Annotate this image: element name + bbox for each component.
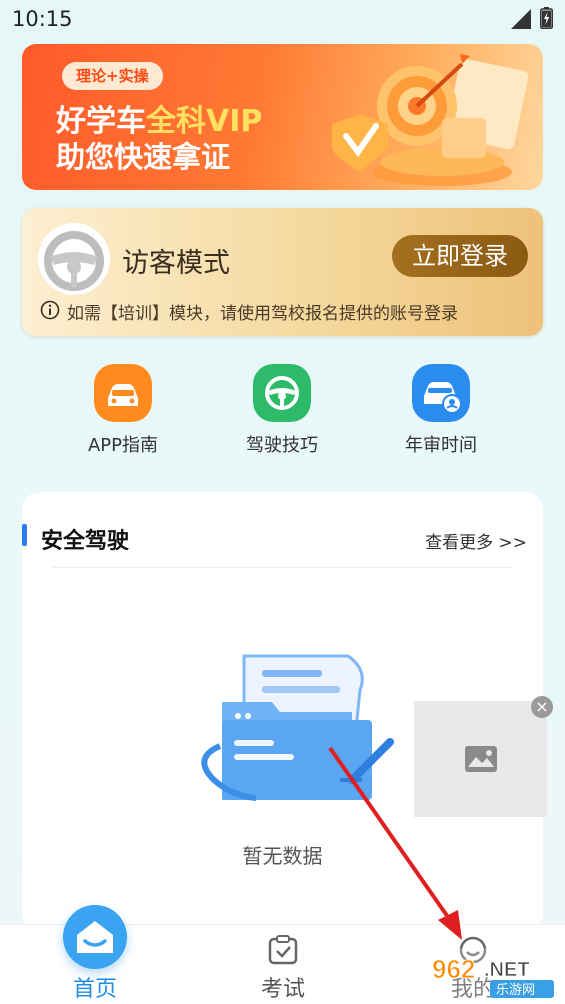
home-face-icon bbox=[63, 905, 127, 969]
empty-state-text: 暂无数据 bbox=[242, 844, 323, 868]
empty-folder-illustration bbox=[201, 654, 394, 801]
car-inspection-icon bbox=[412, 364, 470, 422]
ad-placeholder[interactable] bbox=[414, 701, 547, 817]
svg-text:乐游网: 乐游网 bbox=[496, 983, 535, 998]
signal-icon bbox=[511, 9, 531, 29]
tab-label-exam: 考试 bbox=[260, 977, 305, 1002]
svg-text:.NET: .NET bbox=[484, 959, 530, 981]
section-accent-bar bbox=[22, 524, 27, 546]
quick-link-driving-tips[interactable]: 驾驶技巧 bbox=[212, 364, 352, 456]
tab-exam[interactable]: 考试 bbox=[228, 925, 338, 1004]
quick-link-label: APP指南 bbox=[87, 435, 159, 456]
steering-wheel-avatar-icon bbox=[38, 223, 110, 295]
quick-link-label: 驾驶技巧 bbox=[246, 435, 318, 456]
vip-promo-banner[interactable]: 理论+实操 好学车全科VIP 助您快速拿证 bbox=[22, 44, 543, 190]
quick-link-label: 年审时间 bbox=[405, 435, 477, 456]
guest-login-note: 如需【培训】模块，请使用驾校报名提供的账号登录 bbox=[67, 304, 458, 324]
info-icon bbox=[40, 300, 60, 320]
target-shield-illustration bbox=[332, 54, 529, 186]
section-title: 安全驾驶 bbox=[41, 529, 130, 554]
car-icon bbox=[94, 364, 152, 422]
checkbox-icon bbox=[268, 935, 298, 965]
guest-mode-title: 访客模式 bbox=[122, 248, 230, 279]
watermark-logo: 962 .NET 乐游网 bbox=[426, 948, 560, 1000]
banner-subheadline: 助您快速拿证 bbox=[56, 140, 231, 174]
section-divider bbox=[53, 567, 513, 568]
image-placeholder-icon bbox=[465, 746, 497, 772]
status-time: 10:15 bbox=[12, 7, 73, 31]
status-bar: 10:15 bbox=[0, 0, 565, 40]
steering-wheel-icon bbox=[253, 364, 311, 422]
view-more-link[interactable]: 查看更多 >> bbox=[425, 528, 527, 553]
banner-tag: 理论+实操 bbox=[62, 62, 163, 90]
ad-close-button[interactable]: × bbox=[531, 696, 553, 718]
tab-label-home: 首页 bbox=[72, 977, 117, 1002]
quick-link-app-guide[interactable]: APP指南 bbox=[53, 364, 193, 456]
login-button[interactable]: 立即登录 bbox=[392, 235, 528, 277]
svg-text:962: 962 bbox=[432, 954, 475, 984]
guest-mode-card: 访客模式 立即登录 如需【培训】模块，请使用驾校报名提供的账号登录 bbox=[22, 208, 543, 336]
quick-link-inspection-time[interactable]: 年审时间 bbox=[371, 364, 511, 456]
battery-icon bbox=[540, 7, 553, 29]
